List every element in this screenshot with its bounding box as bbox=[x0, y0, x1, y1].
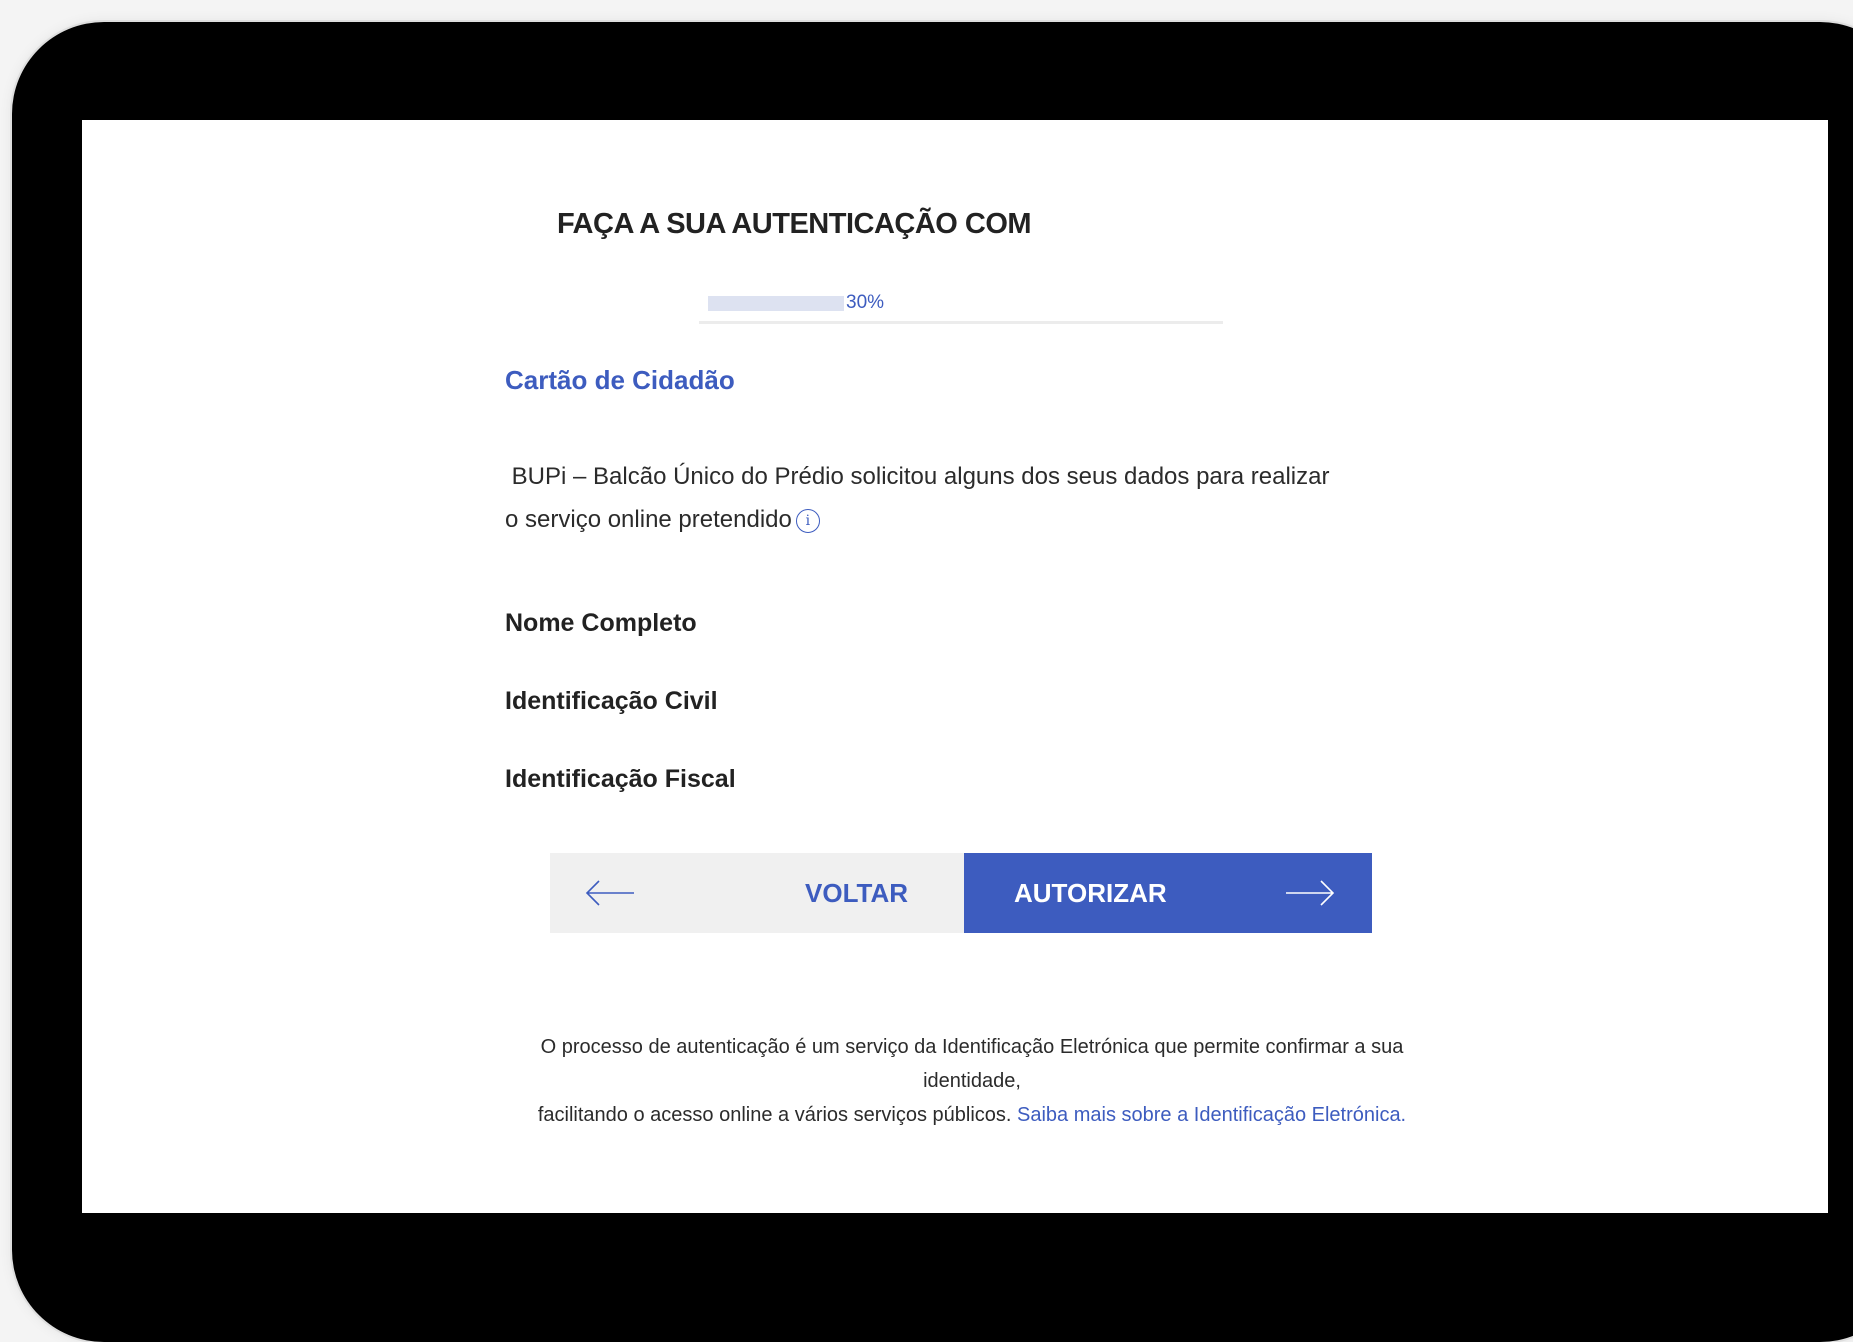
info-icon[interactable]: i bbox=[795, 509, 820, 533]
footer-text: O processo de autenticação é um serviço … bbox=[502, 1030, 1442, 1132]
description-line-2-wrap: o serviço online pretendido i bbox=[505, 498, 1465, 541]
field-nome-completo: Nome Completo bbox=[505, 609, 697, 637]
arrow-left-icon bbox=[585, 880, 634, 906]
learn-more-link[interactable]: Saiba mais sobre a Identificação Eletrón… bbox=[1017, 1104, 1406, 1126]
page-title: FAÇA A SUA AUTENTICAÇÃO COM bbox=[556, 208, 1032, 240]
arrow-right-icon bbox=[1286, 880, 1335, 906]
footer-line-2: facilitando o acesso online a vários ser… bbox=[537, 1104, 1012, 1126]
progress-label: 30% bbox=[846, 292, 885, 313]
footer-line-1: O processo de autenticação é um serviço … bbox=[540, 1036, 1404, 1092]
back-button-label: VOLTAR bbox=[805, 878, 909, 908]
back-button[interactable]: VOLTAR bbox=[550, 853, 964, 933]
description: BUPi – Balcão Único do Prédio solicitou … bbox=[505, 455, 1465, 541]
description-line-1: BUPi – Balcão Único do Prédio solicitou … bbox=[505, 463, 1330, 490]
device-frame: FAÇA A SUA AUTENTICAÇÃO COM 30% Cartão d… bbox=[12, 22, 1853, 1342]
description-line-2: o serviço online pretendido bbox=[505, 506, 792, 533]
section-title: Cartão de Cidadão bbox=[505, 365, 735, 395]
footer-line-2-wrap: facilitando o acesso online a vários ser… bbox=[502, 1098, 1442, 1132]
authorize-button-label: AUTORIZAR bbox=[1014, 878, 1167, 908]
progress-track bbox=[699, 321, 1223, 324]
progress-bar-fill bbox=[708, 296, 844, 311]
field-identificacao-fiscal: Identificação Fiscal bbox=[505, 765, 736, 793]
authorize-button[interactable]: AUTORIZAR bbox=[964, 853, 1372, 933]
field-identificacao-civil: Identificação Civil bbox=[505, 687, 718, 715]
screen: FAÇA A SUA AUTENTICAÇÃO COM 30% Cartão d… bbox=[82, 120, 1828, 1213]
